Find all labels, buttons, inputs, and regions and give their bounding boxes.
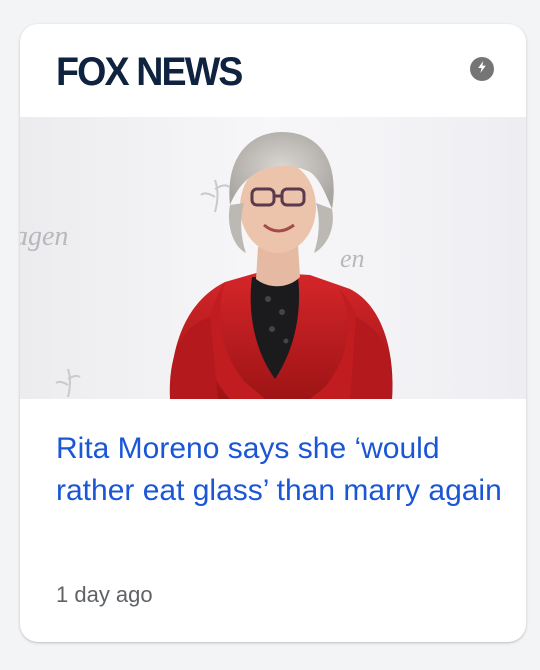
article-timestamp: 1 day ago — [56, 582, 153, 607]
svg-text:en: en — [340, 244, 365, 273]
article-headline[interactable]: Rita Moreno says she ‘would rather eat g… — [56, 428, 506, 512]
article-photo: agen en — [20, 117, 526, 399]
svg-text:agen: agen — [20, 221, 68, 252]
amp-badge — [470, 57, 494, 81]
publisher-logo: FOX NEWS — [56, 50, 243, 94]
card-header: FOX NEWS — [20, 24, 526, 116]
news-card[interactable]: FOX NEWS gen en Rita Moreno says she ‘wo… — [20, 24, 526, 642]
lightning-bolt-icon — [475, 60, 489, 79]
article-image[interactable]: agen en — [20, 117, 526, 399]
